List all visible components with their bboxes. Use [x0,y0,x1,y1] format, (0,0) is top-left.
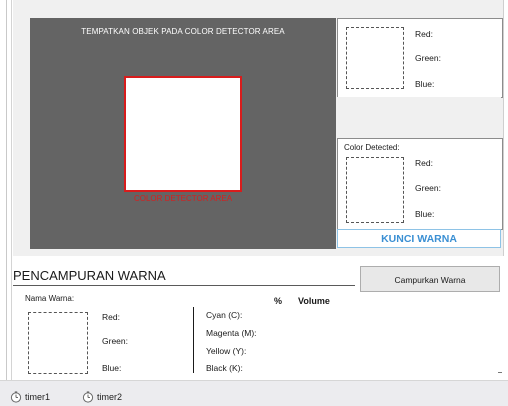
black-label: Black (K): [206,363,243,373]
percent-header: % [274,296,283,306]
color-detector-label: COLOR DETECTOR AREA [133,194,233,203]
mixed-color-swatch [28,312,88,374]
mix-green-label: Green: [102,336,128,346]
color-preview-swatch [346,27,404,89]
lock-color-button[interactable]: KUNCI WARNA [337,229,501,248]
designer-edge-line [6,0,7,380]
camera-preview: TEMPATKAN OBJEK PADA COLOR DETECTOR AREA… [30,18,336,249]
volume-header: Volume [298,296,330,306]
vertical-divider [193,307,194,373]
mix-colors-button[interactable]: Campurkan Warna [360,266,500,292]
mix-red-label: Red: [102,312,120,322]
cyan-label: Cyan (C): [206,310,243,320]
mixing-title-underline [13,285,355,286]
rgb-readout-panel: Red: Green: Blue: [337,18,503,98]
green-label: Green: [415,53,441,63]
timer2-component[interactable]: timer2 [82,391,122,403]
color-detector-area [124,76,242,192]
detected-blue-label: Blue: [415,209,435,219]
mixing-title: PENCAMPURAN WARNA [13,268,166,283]
timer1-label: timer1 [25,392,51,402]
designer-edge-line [11,0,12,380]
timer-icon [82,391,94,403]
red-label: Red: [415,29,433,39]
blue-label: Blue: [415,79,435,89]
component-tray [0,380,508,406]
scroll-marker [498,372,502,373]
color-detected-title: Color Detected: [344,143,400,152]
magenta-label: Magenta (M): [206,328,257,338]
detected-red-label: Red: [415,158,433,168]
spacer-panel [337,97,501,136]
timer2-label: timer2 [97,392,123,402]
timer1-component[interactable]: timer1 [10,391,50,403]
detected-green-label: Green: [415,183,441,193]
yellow-label: Yellow (Y): [206,346,247,356]
camera-instruction-text: TEMPATKAN OBJEK PADA COLOR DETECTOR AREA [81,27,285,36]
color-detected-panel: Color Detected: Red: Green: Blue: [337,138,503,230]
color-name-label: Nama Warna: [25,294,75,303]
timer-icon [10,391,22,403]
detected-color-swatch [346,157,404,223]
mix-blue-label: Blue: [102,363,122,373]
